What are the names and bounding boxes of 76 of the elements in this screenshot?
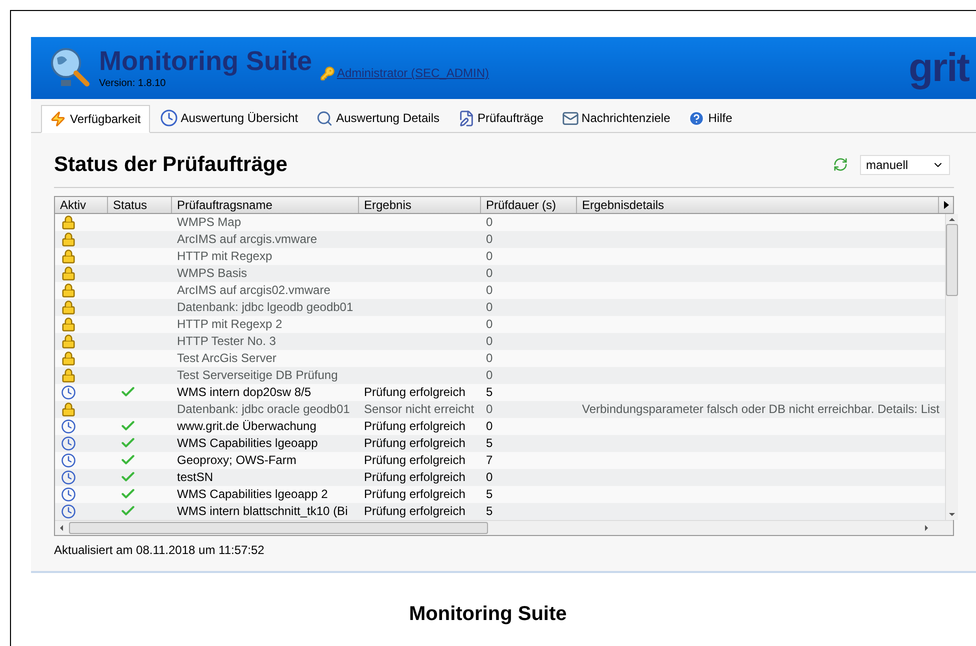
table-cell: 0 [486,232,493,246]
table-cell: 0 [486,418,493,432]
refresh-select[interactable]: manuell [860,154,950,175]
pen-paper-icon [458,110,474,126]
table-cell: Prüfung erfolgreich [364,486,466,500]
table-cell: WMPS Map [177,214,242,228]
table-cell: 0 [486,350,493,364]
key-icon [320,66,335,80]
table-cell: 0 [486,470,493,484]
envelope-icon [562,110,579,126]
refresh-icon[interactable] [833,157,848,172]
table-cell: www.grit.de Überwachung [177,418,316,432]
table-cell: 5 [486,504,493,518]
table-cell: WMPS Basis [177,266,248,280]
figure-caption: Monitoring Suite [409,602,568,626]
table-cell: 0 [486,368,493,382]
tab[interactable]: Verfügbarkeit [41,105,150,133]
table-cell: Test Serverseitige DB Prüfung [177,368,338,382]
lightning-icon [50,111,66,127]
search-icon [316,110,334,126]
table-cell: Test ArcGis Server [177,350,276,364]
column-header[interactable]: Prüfdauer (s) [481,196,577,212]
column-header[interactable]: Ergebnis [359,196,481,212]
table-cell: 0 [486,266,493,280]
table-cell: 5 [486,436,493,450]
table-cell: Prüfung erfolgreich [364,504,466,518]
table-cell: 0 [486,282,493,296]
page-heading: Status der Prüfaufträge [54,152,288,178]
tab[interactable]: Prüfaufträge [450,104,552,132]
tab[interactable]: Auswertung Details [308,104,448,132]
table-cell: Sensor nicht erreicht [364,402,474,416]
table-cell: ArcIMS auf arcgis02.vmware [177,282,330,296]
table-cell: 0 [486,402,493,416]
table-cell: 0 [486,300,493,314]
status-bar-text: Aktualisiert am 08.11.2018 um 11:57:52 [54,542,266,558]
table-cell: WMS Capabilities lgeoapp 2 [177,486,328,500]
horizontal-scrollbar[interactable] [55,520,953,534]
table-cell: 0 [486,334,493,348]
table-cell: 0 [486,248,493,262]
table-cell: ArcIMS auf arcgis.vmware [177,232,318,246]
table-cell: 0 [486,316,493,330]
vertical-scrollbar[interactable] [944,214,958,520]
version-label: Version: 1.8.10 [99,76,167,90]
table-cell: Verbindungsparameter falsch oder DB nicht erreichbar. Details: List [582,402,940,416]
table-cell: Datenbank: jdbc oracle geodb01 [177,402,350,416]
brand-logo: grit [908,48,969,88]
help-icon [688,110,706,126]
table-cell: WMS Capabilities lgeoapp [177,436,318,450]
table-cell: Prüfung erfolgreich [364,436,466,450]
column-header[interactable]: Ergebnisdetails [577,196,939,212]
table-cell: Geoproxy; OWS-Farm [177,452,296,466]
table-cell: 7 [486,452,493,466]
app-title: Monitoring Suite [99,46,312,76]
scroll-thumb[interactable] [946,224,958,296]
table-cell: 5 [486,486,493,500]
scroll-thumb[interactable] [69,522,488,534]
table-cell: HTTP mit Regexp [177,248,272,262]
tab[interactable]: Hilfe [680,104,740,132]
table-cell: HTTP Tester No. 3 [177,334,276,348]
table-cell: Prüfung erfolgreich [364,470,466,484]
table-cell: Prüfung erfolgreich [364,384,466,398]
table-cell: Prüfung erfolgreich [364,452,466,466]
column-header[interactable]: Prüfauftragsname [172,196,359,212]
table-cell: WMS intern dop20sw 8/5 [177,384,312,398]
table-cell: 5 [486,384,493,398]
tab[interactable]: Nachrichtenziele [554,104,678,132]
column-header[interactable]: Aktiv [55,196,108,212]
clock-icon [160,109,178,127]
table-cell: WMS intern blattschnitt_tk10 (Bi [177,504,348,518]
table-cell: Datenbank: jdbc lgeodb geodb01 [177,300,354,314]
table-cell: testSN [177,470,214,484]
table-cell: HTTP mit Regexp 2 [177,316,282,330]
tab[interactable]: Auswertung Übersicht [152,104,306,132]
table-cell: 0 [486,214,493,228]
table-cell: Prüfung erfolgreich [364,418,466,432]
column-header[interactable]: Status [108,196,172,212]
